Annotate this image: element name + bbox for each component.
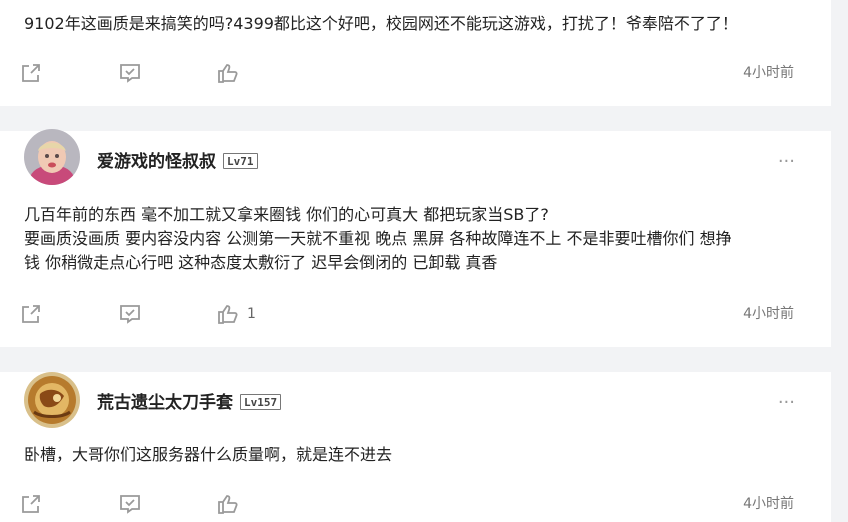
reply-icon <box>120 495 140 514</box>
comment-actions: 1 4小时前 <box>0 302 831 326</box>
username-text[interactable]: 荒古遗尘太刀手套 <box>97 393 233 413</box>
thumbs-up-icon <box>218 495 238 514</box>
reply-button[interactable] <box>119 302 143 326</box>
more-dots-icon[interactable]: ··· <box>778 394 795 412</box>
comment-actions: 4小时前 <box>0 492 831 516</box>
reply-icon <box>120 305 140 324</box>
comment-timestamp: 4小时前 <box>743 496 794 512</box>
thumbs-up-icon <box>218 64 238 83</box>
comment-content: 几百年前的东西 毫不加工就又拿来圈钱 你们的心可真大 都把玩家当SB了? 要画质… <box>24 203 804 275</box>
comment-card: 荒古遗尘太刀手套 Lv157 ··· 卧槽，大哥你们这服务器什么质量啊，就是连不进… <box>0 372 831 522</box>
comment-text-line: 9102年这画质是来搞笑的吗?4399都比这个好吧，校园网还不能玩这游戏，打扰了… <box>24 14 738 33</box>
share-button[interactable] <box>21 492 45 516</box>
reply-button[interactable] <box>119 492 143 516</box>
share-button[interactable] <box>21 61 45 85</box>
like-button[interactable] <box>217 61 265 85</box>
comment-content: 9102年这画质是来搞笑的吗?4399都比这个好吧，校园网还不能玩这游戏，打扰了… <box>24 12 804 36</box>
username-text[interactable]: 爱游戏的怪叔叔 <box>97 152 216 172</box>
comment-content: 卧槽，大哥你们这服务器什么质量啊，就是连不进去 <box>24 443 804 467</box>
comment-text-line: 卧槽，大哥你们这服务器什么质量啊，就是连不进去 <box>24 445 393 464</box>
comment-text-line: 几百年前的东西 毫不加工就又拿来圈钱 你们的心可真大 都把玩家当SB了? <box>24 205 549 224</box>
more-dots-icon[interactable]: ··· <box>778 153 795 171</box>
like-button[interactable]: 1 <box>217 302 265 326</box>
comment-actions: 4小时前 <box>0 61 831 85</box>
comment-timestamp: 4小时前 <box>743 65 794 81</box>
comment-text-line: 要画质没画质 要内容没内容 公测第一天就不重视 晚点 黑屏 各种故障连不上 不是… <box>24 229 732 248</box>
username[interactable]: 爱游戏的怪叔叔 Lv71 <box>97 152 258 172</box>
level-badge: Lv157 <box>240 394 282 410</box>
share-icon <box>22 64 40 82</box>
thumbs-up-icon <box>218 305 238 324</box>
avatar[interactable] <box>24 129 80 185</box>
level-badge: Lv71 <box>223 153 258 169</box>
reply-button[interactable] <box>119 61 143 85</box>
comment-timestamp: 4小时前 <box>743 306 794 322</box>
comment-card: 爱游戏的怪叔叔 Lv71 ··· 几百年前的东西 毫不加工就又拿来圈钱 你们的心可… <box>0 129 831 347</box>
comment-text-line: 钱 你稍微走点心行吧 这种态度太敷衍了 迟早会倒闭的 已卸载 真香 <box>24 253 498 272</box>
avatar[interactable] <box>24 372 80 428</box>
like-count: 1 <box>247 306 256 322</box>
like-button[interactable] <box>217 492 265 516</box>
share-button[interactable] <box>21 302 45 326</box>
reply-icon <box>120 64 140 83</box>
share-icon <box>22 305 40 323</box>
comment-card: 9102年这画质是来搞笑的吗?4399都比这个好吧，校园网还不能玩这游戏，打扰了… <box>0 0 831 106</box>
username[interactable]: 荒古遗尘太刀手套 Lv157 <box>97 393 282 413</box>
share-icon <box>22 495 40 513</box>
